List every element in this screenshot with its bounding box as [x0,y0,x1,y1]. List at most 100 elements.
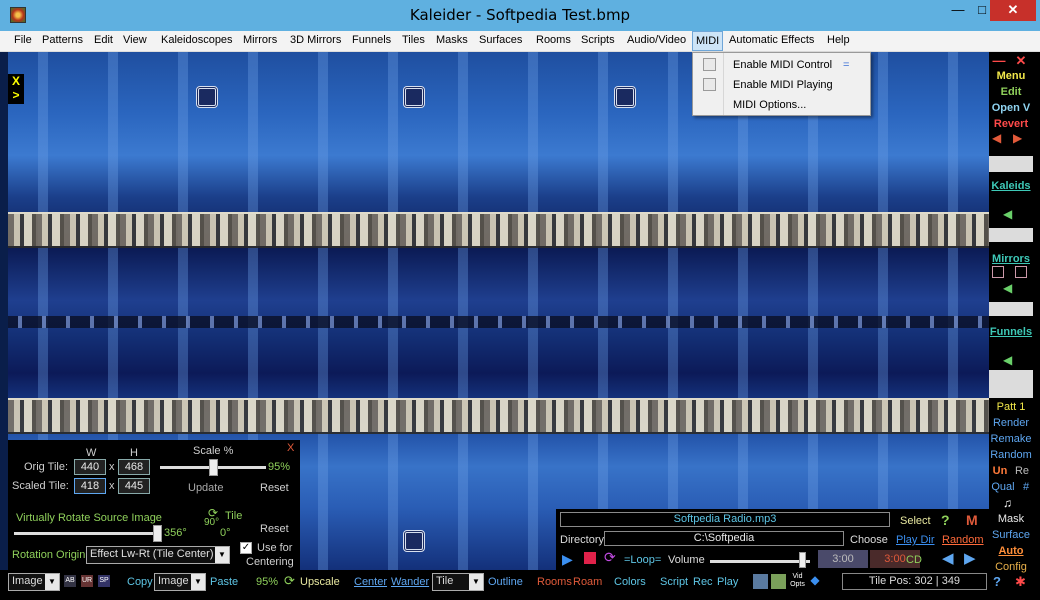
help-icon[interactable]: ? [993,574,1001,589]
menu-rooms[interactable]: Rooms [536,34,571,46]
music-note-icon[interactable]: ♫ [1003,496,1017,510]
roam-button[interactable]: Roam [573,576,602,588]
script-button[interactable]: Script [660,576,688,588]
kaleids-arrow-icon[interactable]: ◀ [1003,208,1019,220]
mirror-thumb-icon[interactable] [1015,266,1027,278]
menu-kaleidoscopes[interactable]: Kaleidoscopes [161,34,233,46]
chevron-down-icon[interactable]: ▼ [191,574,205,590]
center-link[interactable]: Center [354,576,387,588]
menu-button[interactable]: Menu [989,70,1033,82]
menu-funnels[interactable]: Funnels [352,34,391,46]
rotation-origin-select[interactable]: Effect Lw-Rt (Tile Center) ▼ [86,546,230,564]
tile-rotation-value[interactable]: 90° [204,517,219,528]
ur-icon[interactable]: UR [81,575,93,587]
menu-edit[interactable]: Edit [94,34,113,46]
record-button[interactable]: Rec [693,576,713,588]
chevron-down-icon[interactable]: ▼ [45,574,59,590]
menu-help[interactable]: Help [827,34,850,46]
funnels-arrow-icon[interactable]: ◀ [1003,354,1019,366]
random-link[interactable]: Random [942,534,984,546]
rotate-slider-thumb[interactable] [153,525,163,542]
rooms-button[interactable]: Rooms [537,576,572,588]
canvas-corner-toggle[interactable]: X > [8,74,24,104]
chevron-down-icon[interactable]: ▼ [215,547,229,563]
play-icon[interactable]: ▶ [562,551,573,568]
chevron-down-icon[interactable]: ▼ [469,574,483,590]
scaled-tile-height[interactable]: 445 [118,478,150,494]
close-button[interactable]: ✕ [990,0,1036,21]
redo-button[interactable]: Re [1013,465,1031,477]
enable-midi-playing-checkbox[interactable] [703,78,716,91]
enable-midi-playing-item[interactable]: Enable MIDI Playing [733,79,833,91]
colors-button[interactable]: Colors [614,576,646,588]
scaled-tile-width[interactable]: 418 [74,478,106,494]
scale-slider-thumb[interactable] [209,459,218,476]
mirror-thumb-icon[interactable] [992,266,1004,278]
menu-mirrors[interactable]: Mirrors [243,34,277,46]
select-button[interactable]: Select [900,515,931,527]
rotate-slider[interactable] [14,532,160,535]
render-button[interactable]: Render [989,417,1033,429]
kaleids-link[interactable]: Kaleids [989,180,1033,192]
revert-button[interactable]: Revert [989,118,1033,130]
midi-options-item[interactable]: MIDI Options... [733,99,806,111]
menu-scripts[interactable]: Scripts [581,34,615,46]
loop-label[interactable]: =Loop= [624,554,661,566]
exit-icon[interactable]: ✱ [1015,574,1026,590]
menu-automatic-effects[interactable]: Automatic Effects [729,34,814,46]
panel-close-icon[interactable]: ✕ [1013,53,1029,69]
copy-button[interactable]: Copy [127,576,153,588]
landscape-icon[interactable] [771,574,786,589]
volume-slider-thumb[interactable] [799,552,806,568]
choose-button[interactable]: Choose [850,534,888,546]
menu-midi[interactable]: MIDI [692,31,724,51]
revert-left-arrow-icon[interactable]: ◀ [992,132,1008,144]
cd-button[interactable]: CD [906,554,922,566]
play-button[interactable]: Play [717,576,738,588]
outline-button[interactable]: Outline [488,576,523,588]
midi-m-button[interactable]: M [966,512,978,528]
enable-midi-control-checkbox[interactable] [703,58,716,71]
mask-button[interactable]: Mask [989,513,1033,525]
rotation-panel-close-icon[interactable]: X [287,442,294,454]
menu-surfaces[interactable]: Surfaces [479,34,522,46]
undo-button[interactable]: Un [991,465,1009,477]
prev-track-icon[interactable]: ◀ [942,549,954,567]
menu-3d-mirrors[interactable]: 3D Mirrors [290,34,341,46]
loop-icon[interactable]: ⟳ [604,549,616,566]
edit-button[interactable]: Edit [989,86,1033,98]
corner-arrow[interactable]: > [8,88,24,102]
audio-file-field[interactable]: Softpedia Radio.mp3 [560,512,890,527]
vid-opts-button[interactable]: Vid Opts [789,573,806,590]
audio-help-button[interactable]: ? [941,512,950,528]
scale-reset-button[interactable]: Reset [260,482,289,494]
copy-target-select[interactable]: Image ▼ [154,573,206,591]
funnels-link[interactable]: Funnels [989,326,1033,338]
quality-button[interactable]: Qual [989,481,1017,493]
use-for-centering-checkbox[interactable]: ✓ [240,542,252,554]
remake-button[interactable]: Remake [989,433,1033,445]
menu-view[interactable]: View [123,34,147,46]
directory-field[interactable]: C:\Softpedia [604,531,844,546]
paste-button[interactable]: Paste [210,576,238,588]
tile-mode-select[interactable]: Tile ▼ [432,573,484,591]
upscale-button[interactable]: Upscale [300,576,340,588]
menu-masks[interactable]: Masks [436,34,468,46]
menu-file[interactable]: File [14,34,32,46]
orig-tile-height[interactable]: 468 [118,459,150,475]
wander-link[interactable]: Wander [391,576,429,588]
stop-icon[interactable] [584,552,596,564]
auto-button[interactable]: Auto [989,545,1033,557]
config-button[interactable]: Config [989,561,1033,573]
enable-midi-control-item[interactable]: Enable MIDI Control [733,59,832,71]
volume-slider[interactable] [710,560,810,563]
source-image-select[interactable]: Image ▼ [8,573,60,591]
mirrors-link[interactable]: Mirrors [989,253,1033,265]
menu-patterns[interactable]: Patterns [42,34,83,46]
sp-icon[interactable]: SP [98,575,110,587]
menu-audio-video[interactable]: Audio/Video [627,34,686,46]
quality-hash[interactable]: # [1019,481,1033,493]
panel-minus-icon[interactable]: — [991,53,1007,68]
image-icon[interactable] [753,574,768,589]
update-button[interactable]: Update [188,482,223,494]
